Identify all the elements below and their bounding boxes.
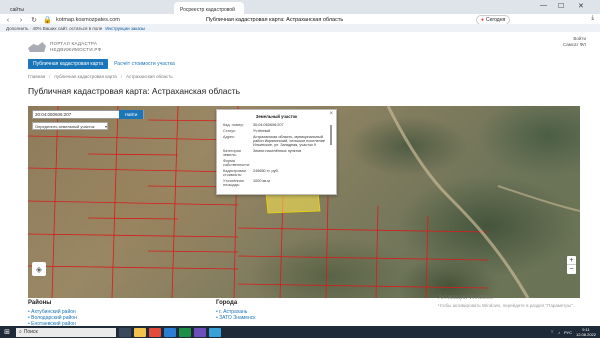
popup-row: Категория земель: Земли населённых пункто… (223, 149, 302, 157)
search-icon: ⌕ (19, 329, 22, 335)
popup-row: Форма собственности: (223, 159, 251, 167)
close-window-icon[interactable]: ✕ (578, 2, 584, 10)
taskbar: ⊞ ⌕ Поиск ⌔ ♪ РУС 9:11 12.08.2022 (0, 326, 600, 338)
popup-row: Статус: Учтённый (223, 129, 271, 133)
popup-scrollbar[interactable] (330, 125, 332, 145)
yandex-browser-icon[interactable] (149, 327, 161, 337)
page-heading: Публичная кадастровая карта: Астраханска… (28, 86, 241, 96)
minimize-icon[interactable]: — (540, 2, 547, 9)
page-title-in-addressbar: Публичная кадастровая карта: Астраханска… (206, 17, 344, 23)
popup-rows: Кад. номер: 30:04:050606:207 Статус: Учтён… (223, 123, 330, 195)
breadcrumb-region: Астраханская область (125, 74, 173, 79)
regions-heading: Районы (28, 300, 52, 306)
clock[interactable]: 9:11 12.08.2022 (576, 327, 596, 337)
maximize-icon[interactable]: ☐ (558, 2, 564, 10)
word-icon[interactable] (164, 327, 176, 337)
cadastral-search-input[interactable] (33, 112, 118, 117)
network-icon[interactable]: ⌔ (550, 329, 554, 335)
search-button[interactable]: Найти (119, 110, 143, 119)
cities-heading: Города (216, 300, 238, 306)
zoom-out-button[interactable]: − (567, 265, 576, 274)
windows-start-icon[interactable]: ⊞ (0, 328, 14, 336)
nav-cadastral-map[interactable]: Публичная кадастровая карта (28, 59, 109, 69)
forward-icon[interactable]: › (17, 17, 25, 24)
zoom-in-button[interactable]: + (567, 256, 576, 265)
parcel-info-popup: Земельный участок × Кад. номер: 30:04:050… (216, 109, 337, 195)
back-icon[interactable]: ‹ (4, 17, 12, 24)
chevron-down-icon: ▾ (104, 123, 107, 129)
breadcrumb: Главная / публичная кадастровая карта / … (28, 74, 173, 79)
list-item[interactable]: • ЗАТО Знаменск (216, 315, 255, 321)
russia-map-icon (28, 42, 46, 52)
regions-list: Районы • Ахтубинский район • Володарский… (28, 300, 77, 327)
breadcrumb-map[interactable]: публичная кадастровая карта (54, 74, 116, 79)
popup-title: Земельный участок (255, 114, 298, 119)
selected-parcel[interactable] (265, 191, 321, 214)
yandex-icon: ● (481, 17, 485, 23)
volume-icon[interactable]: ♪ (558, 330, 560, 335)
task-view-icon[interactable] (119, 327, 131, 337)
app-icon[interactable] (194, 327, 206, 337)
system-tray: ⌔ ♪ РУС 9:11 12.08.2022 (550, 326, 596, 338)
layers-icon[interactable]: ◈ (32, 262, 46, 276)
breadcrumb-home[interactable]: Главная (28, 74, 45, 79)
popup-row: Кад. номер: 30:04:050606:207 (223, 123, 284, 127)
excel-icon[interactable] (179, 327, 191, 337)
site-nav: Публичная кадастровая карта Расчёт стоим… (28, 59, 175, 69)
account-area[interactable]: Войти Самсат ФЛ (563, 36, 586, 48)
bookmarks-bar: Дополнить · 40% Ваших сайт. остаться в п… (0, 24, 600, 32)
zoom-control: + − (567, 256, 576, 274)
layer-select[interactable]: Определить земельный участок ▾ (32, 122, 108, 130)
taskbar-search[interactable]: ⌕ Поиск (16, 327, 116, 337)
reload-icon[interactable]: ↻ (30, 16, 38, 24)
explorer-icon[interactable] (134, 327, 146, 337)
lock-icon: 🔒 (43, 17, 52, 24)
cities-list: Города • г. Астрахань • ЗАТО Знаменск (216, 300, 255, 321)
download-icon[interactable]: ⤓ (591, 15, 594, 22)
windows-activation-watermark: Активация Windows Чтобы активировать Win… (438, 295, 574, 308)
nav-cost-calc[interactable]: Расчёт стоимости участка (114, 61, 175, 67)
url-field[interactable]: kotmap.kosmozpates.com (56, 17, 120, 23)
cadastral-search: Найти (32, 110, 144, 119)
popup-row: Кадастровая стоимость: 245650 тг. руб. (223, 169, 279, 177)
popup-row: Адрес: Астраханская область, муниципальны… (223, 135, 326, 147)
popup-row: Уточнённая площадь: 1000 кв.м (223, 179, 270, 187)
telegram-icon[interactable] (209, 327, 221, 337)
site-logo[interactable]: ПОРТАЛ КАДАСТРА НЕДВИЖИМОСТИ.РФ (28, 41, 101, 53)
close-icon[interactable]: × (329, 111, 333, 117)
language-indicator[interactable]: РУС (564, 330, 572, 335)
bookmark-link[interactable]: Инструкции заказы (105, 26, 145, 31)
